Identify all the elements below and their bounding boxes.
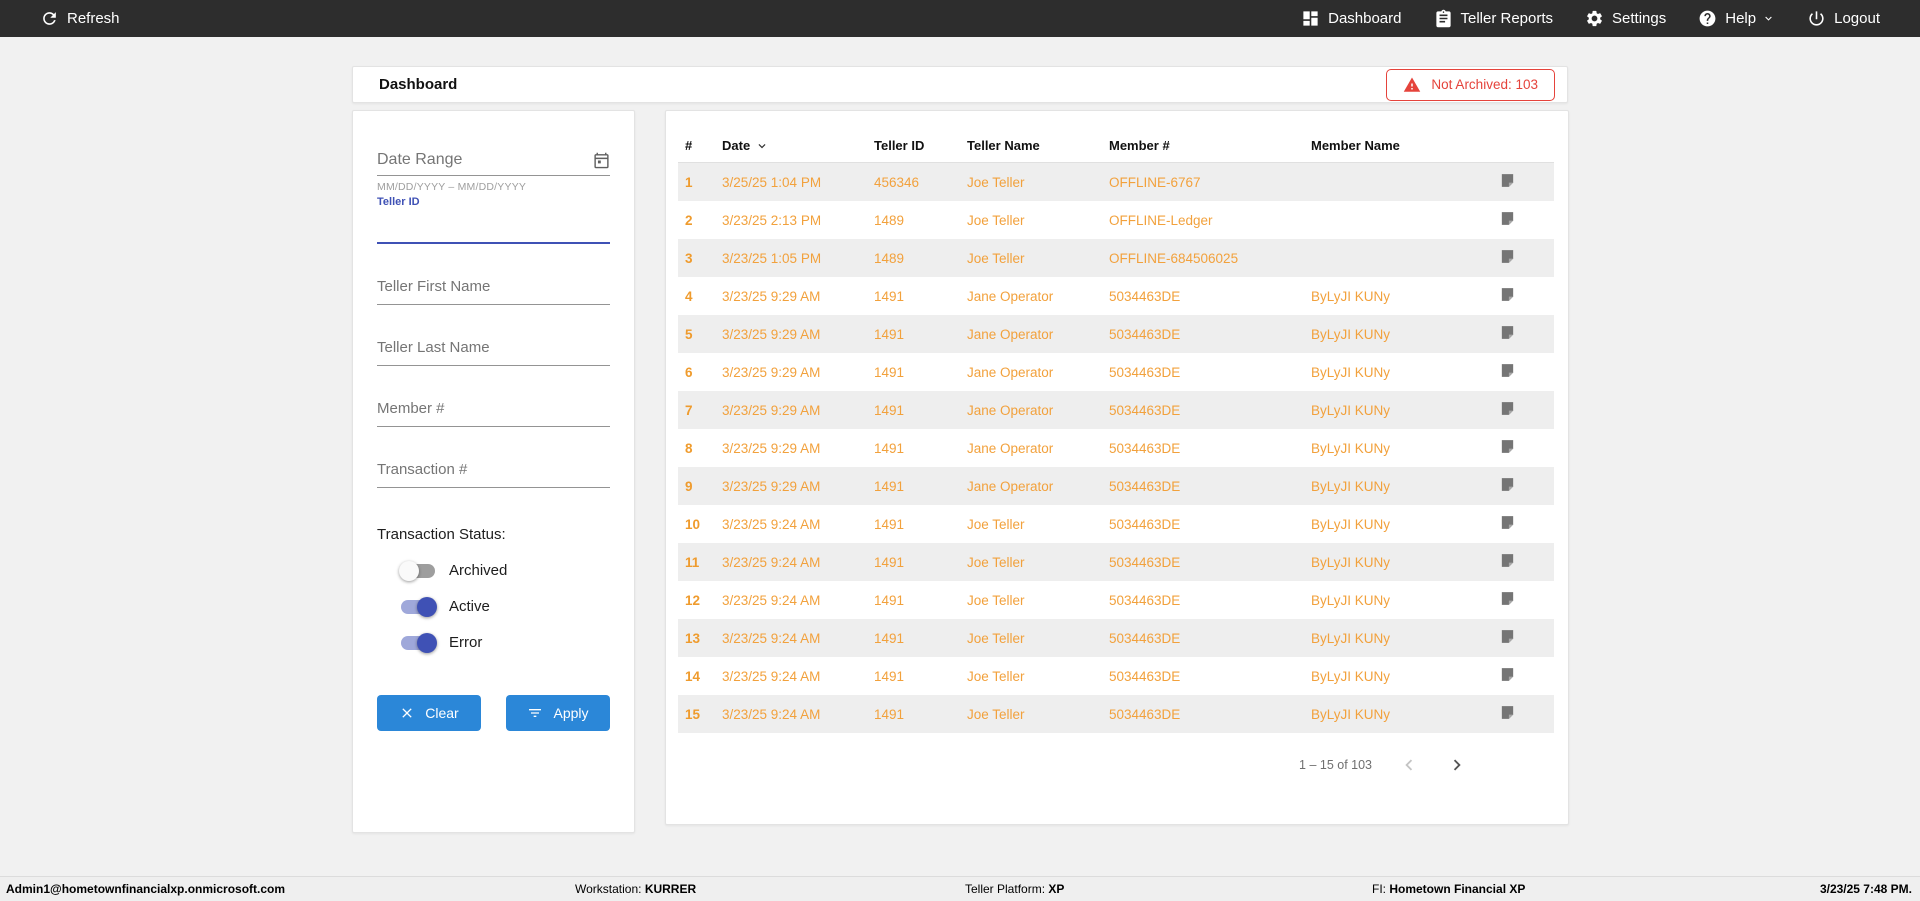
financial-institution-info: FI: Hometown Financial XP (1372, 882, 1526, 896)
note-icon[interactable] (1489, 514, 1554, 534)
note-icon[interactable] (1489, 438, 1554, 458)
next-page-button[interactable] (1446, 754, 1468, 776)
logged-in-user: Admin1@hometownfinancialxp.onmicrosoft.c… (6, 882, 286, 896)
nav-teller-reports-label: Teller Reports (1460, 10, 1554, 27)
filter-input-member[interactable]: Member # (377, 400, 610, 427)
date-range-label: Date Range (377, 151, 463, 168)
platform-info: Teller Platform: XP (965, 882, 1065, 896)
table-row[interactable]: 8 3/23/25 9:29 AM 1491 Jane Operator 5034463… (678, 429, 1554, 467)
transactions-table-card: # Date Teller ID Teller Name Member # Me… (665, 110, 1569, 825)
workstation-info: Workstation: KURRER (575, 882, 697, 896)
not-archived-badge[interactable]: Not Archived: 103 (1386, 68, 1555, 101)
toggle-active[interactable] (401, 596, 437, 617)
table-row[interactable]: 3 3/23/25 1:05 PM 1489 Joe Teller OFFLINE-68… (678, 239, 1554, 277)
filter-input-transaction[interactable]: Transaction # (377, 461, 610, 488)
filter-input-teller-last-name[interactable]: Teller Last Name (377, 339, 610, 366)
chevron-down-icon (1764, 12, 1775, 25)
table-row[interactable]: 5 3/23/25 9:29 AM 1491 Jane Operator 5034463… (678, 315, 1554, 353)
teller-id-input[interactable] (377, 208, 610, 244)
clear-label: Clear (425, 705, 459, 721)
table-row[interactable]: 13 3/23/25 9:24 AM 1491 Joe Teller 5034463DE… (678, 619, 1554, 657)
col-header-num[interactable]: # (685, 138, 722, 153)
date-range-helper: MM/DD/YYYY – MM/DD/YYYY (377, 181, 527, 193)
table-row[interactable]: 11 3/23/25 9:24 AM 1491 Joe Teller 5034463DE… (678, 543, 1554, 581)
table-row[interactable]: 2 3/23/25 2:13 PM 1489 Joe Teller OFFLINE-Le… (678, 201, 1554, 239)
calendar-icon[interactable] (593, 152, 610, 169)
col-header-member-num[interactable]: Member # (1109, 138, 1311, 153)
table-row[interactable]: 15 3/23/25 9:24 AM 1491 Joe Teller 5034463DE… (678, 695, 1554, 733)
table-row[interactable]: 7 3/23/25 9:29 AM 1491 Jane Operator 5034463… (678, 391, 1554, 429)
pagination: 1 – 15 of 103 (1299, 754, 1468, 776)
note-icon[interactable] (1489, 666, 1554, 686)
table-body: 1 3/25/25 1:04 PM 456346 Joe Teller OFFLINE-… (678, 163, 1554, 733)
close-icon (399, 705, 415, 721)
clear-button[interactable]: Clear (377, 695, 481, 731)
previous-page-button[interactable] (1398, 754, 1420, 776)
clipboard-icon (1434, 9, 1453, 28)
transaction-status-label: Transaction Status: (377, 526, 506, 543)
power-icon (1807, 9, 1826, 28)
table-row[interactable]: 4 3/23/25 9:29 AM 1491 Jane Operator 5034463… (678, 277, 1554, 315)
dashboard-icon (1301, 9, 1320, 28)
nav-help-label: Help (1725, 10, 1757, 27)
date-range-field[interactable]: Date Range (377, 151, 610, 176)
note-icon[interactable] (1489, 172, 1554, 192)
status-datetime: 3/23/25 7:48 PM. (1819, 882, 1912, 896)
filter-icon (527, 705, 543, 721)
toggle-label-error: Error (449, 634, 483, 651)
warning-icon (1403, 76, 1421, 94)
note-icon[interactable] (1489, 552, 1554, 572)
nav-teller-reports[interactable]: Teller Reports (1418, 0, 1570, 37)
refresh-icon (40, 9, 59, 28)
teller-id-label: Teller ID (377, 196, 420, 208)
toggle-label-archived: Archived (449, 562, 508, 579)
page-header: Dashboard Not Archived: 103 (352, 66, 1568, 103)
table-row[interactable]: 9 3/23/25 9:29 AM 1491 Jane Operator 5034463… (678, 467, 1554, 505)
help-icon (1698, 9, 1717, 28)
table-row[interactable]: 6 3/23/25 9:29 AM 1491 Jane Operator 5034463… (678, 353, 1554, 391)
apply-button[interactable]: Apply (506, 695, 610, 731)
toggle-error[interactable] (401, 632, 437, 653)
gear-icon (1585, 9, 1604, 28)
col-header-teller-name[interactable]: Teller Name (967, 138, 1109, 153)
table-header-row: # Date Teller ID Teller Name Member # Me… (678, 129, 1554, 163)
col-header-date[interactable]: Date (722, 138, 874, 153)
page-title: Dashboard (379, 76, 458, 93)
pagination-range: 1 – 15 of 103 (1299, 758, 1372, 772)
table-row[interactable]: 10 3/23/25 9:24 AM 1491 Joe Teller 5034463DE… (678, 505, 1554, 543)
nav-dashboard-label: Dashboard (1328, 10, 1402, 27)
table-row[interactable]: 1 3/25/25 1:04 PM 456346 Joe Teller OFFLINE-… (678, 163, 1554, 201)
table-row[interactable]: 14 3/23/25 9:24 AM 1491 Joe Teller 5034463DE… (678, 657, 1554, 695)
note-icon[interactable] (1489, 210, 1554, 230)
note-icon[interactable] (1489, 400, 1554, 420)
note-icon[interactable] (1489, 704, 1554, 724)
not-archived-label: Not Archived: 103 (1431, 77, 1538, 92)
refresh-label: Refresh (67, 10, 120, 27)
top-navigation-bar: Refresh Dashboard Teller Reports Setting… (0, 0, 1920, 37)
apply-label: Apply (553, 705, 589, 721)
status-bar: Admin1@hometownfinancialxp.onmicrosoft.c… (0, 876, 1920, 901)
note-icon[interactable] (1489, 248, 1554, 268)
toggle-archived[interactable] (399, 560, 435, 581)
nav-settings-label: Settings (1612, 10, 1667, 27)
note-icon[interactable] (1489, 362, 1554, 382)
note-icon[interactable] (1489, 476, 1554, 496)
col-header-member-name[interactable]: Member Name (1311, 138, 1489, 153)
toggle-label-active: Active (449, 598, 490, 615)
note-icon[interactable] (1489, 628, 1554, 648)
note-icon[interactable] (1489, 590, 1554, 610)
table-row[interactable]: 12 3/23/25 9:24 AM 1491 Joe Teller 5034463DE… (678, 581, 1554, 619)
note-icon[interactable] (1489, 286, 1554, 306)
refresh-button[interactable]: Refresh (24, 0, 136, 37)
note-icon[interactable] (1489, 324, 1554, 344)
nav-dashboard[interactable]: Dashboard (1285, 0, 1417, 37)
sort-desc-icon (755, 139, 769, 153)
filter-input-teller-first-name[interactable]: Teller First Name (377, 278, 610, 305)
col-header-teller-id[interactable]: Teller ID (874, 138, 967, 153)
nav-logout-label: Logout (1834, 10, 1880, 27)
nav-settings[interactable]: Settings (1569, 0, 1682, 37)
nav-logout[interactable]: Logout (1791, 0, 1896, 37)
filter-panel: Date Range MM/DD/YYYY – MM/DD/YYYY Telle… (352, 110, 635, 833)
nav-help[interactable]: Help (1682, 0, 1791, 37)
